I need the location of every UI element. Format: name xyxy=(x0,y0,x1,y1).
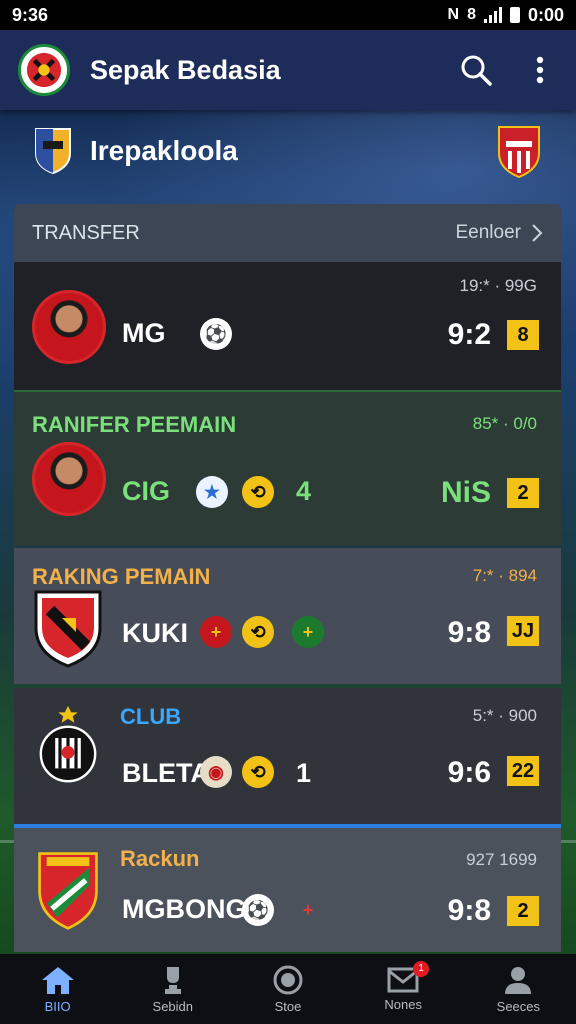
coin-icon: ⟲ xyxy=(242,756,274,788)
opponent-crest-icon[interactable] xyxy=(496,123,542,179)
club-crest-icon xyxy=(34,590,102,668)
coin-icon: ⟲ xyxy=(242,476,274,508)
app-title: Sepak Bedasia xyxy=(90,54,281,85)
match-date: 85* · 0/0 xyxy=(472,414,537,433)
match-score: 9:8 xyxy=(447,894,491,927)
league-header[interactable]: Irepakloola xyxy=(0,112,576,190)
badge-icon: ◉ xyxy=(200,756,232,788)
soccer-ball-icon: ⚽ xyxy=(242,894,274,926)
home-icon xyxy=(41,966,74,994)
row-category: RANIFER PEEMAIN xyxy=(32,412,237,437)
see-more-label: Eenloer xyxy=(455,222,522,243)
section-header: TRANSFER Eenloer xyxy=(14,204,561,262)
row-extra: 1 xyxy=(296,758,312,788)
status-icons: N 8 0:00 xyxy=(448,5,565,26)
section-title: TRANSFER xyxy=(32,221,140,244)
cross-icon: + xyxy=(302,899,314,920)
vibrate-icon: 8 xyxy=(467,6,476,23)
cross-icon: + xyxy=(200,616,232,648)
list-item[interactable]: RAKING PEMAIN KUKI + ⟲ + 7:* · 894 9:8 J… xyxy=(14,548,561,684)
coin-icon: ⟲ xyxy=(242,616,274,648)
status-time-right: 0:00 xyxy=(527,4,564,25)
club-name: BLETA xyxy=(122,758,210,788)
player-name: CIG xyxy=(122,476,171,506)
status-badge: 22 xyxy=(507,756,539,786)
row-category: RAKING PEMAIN xyxy=(32,564,211,589)
nav-label: Stoe xyxy=(274,998,302,1014)
nav-seeces[interactable]: Seeces xyxy=(468,965,568,1014)
more-vert-icon[interactable] xyxy=(522,52,558,88)
match-date: 927 1699 xyxy=(466,850,537,869)
nav-label: Seeces xyxy=(496,998,541,1014)
signal-icon xyxy=(483,7,502,23)
see-more-link[interactable]: Eenloer xyxy=(456,222,544,244)
row-category: Rackun xyxy=(120,846,200,871)
club-name: KUKI xyxy=(122,618,188,648)
status-bar: 9:36 N 8 0:00 xyxy=(0,0,576,30)
status-badge: 2 xyxy=(507,478,539,508)
nav-sebidn[interactable]: Sebidn xyxy=(123,965,223,1014)
target-icon xyxy=(273,965,303,994)
nav-label: Sebidn xyxy=(152,998,194,1014)
match-date: 7:* · 894 xyxy=(472,566,537,585)
club-crest-icon xyxy=(38,852,98,930)
notification-badge: 1 xyxy=(413,960,430,977)
club-crest-icon[interactable] xyxy=(18,44,70,96)
search-icon[interactable] xyxy=(458,52,494,88)
match-date: 19:* · 99G xyxy=(459,276,538,295)
nfc-icon: N xyxy=(447,6,460,23)
nav-label: Nones xyxy=(384,996,422,1012)
player-avatar xyxy=(32,290,106,364)
row-extra: 4 xyxy=(296,476,312,506)
league-shield-icon xyxy=(35,128,71,175)
player-avatar xyxy=(32,442,106,516)
list-item[interactable]: Rackun MGBONG ⚽ + 927 1699 9:8 2 xyxy=(14,824,561,952)
list-item[interactable]: RANIFER PEEMAIN CIG ★ ⟲ 4 85* · 0/0 NiS … xyxy=(14,390,561,546)
status-badge: JJ xyxy=(507,616,539,646)
soccer-ball-icon: ⚽ xyxy=(200,318,232,350)
chevron-right-icon xyxy=(532,224,543,242)
star-icon: ★ xyxy=(196,476,228,508)
status-badge: 8 xyxy=(507,320,539,350)
row-category: CLUB xyxy=(120,704,182,729)
nav-stoe[interactable]: Stoe xyxy=(238,965,338,1014)
trophy-icon xyxy=(164,966,181,994)
nav-label: BIIO xyxy=(44,998,71,1014)
match-score: 9:8 xyxy=(447,616,491,649)
league-name: Irepakloola xyxy=(90,135,238,166)
match-score: 9:2 xyxy=(447,318,491,351)
list-item[interactable]: MG ⚽ 19:* · 99G 9:2 8 xyxy=(14,262,561,390)
club-crest-icon xyxy=(39,706,97,783)
status-time-left: 9:36 xyxy=(12,4,49,25)
bottom-navigation: BIIO Sebidn Stoe 1 Nones Seeces xyxy=(0,954,576,1024)
status-badge: 2 xyxy=(507,896,539,926)
nav-nones[interactable]: 1 Nones xyxy=(353,960,453,1012)
player-name: MG xyxy=(122,318,166,348)
club-name: MGBONG xyxy=(122,894,247,924)
app-bar: Sepak Bedasia xyxy=(0,30,576,110)
battery-icon xyxy=(509,7,520,23)
match-date: 5:* · 900 xyxy=(472,706,537,725)
match-score: NiS xyxy=(440,476,491,509)
match-score: 9:6 xyxy=(447,756,491,789)
person-icon xyxy=(505,966,532,994)
list-item[interactable]: CLUB BLETA ◉ ⟲ 1 5:* · 900 9:6 22 xyxy=(14,688,561,824)
nav-home[interactable]: BIIO xyxy=(8,965,108,1014)
cross-icon: + xyxy=(292,616,324,648)
